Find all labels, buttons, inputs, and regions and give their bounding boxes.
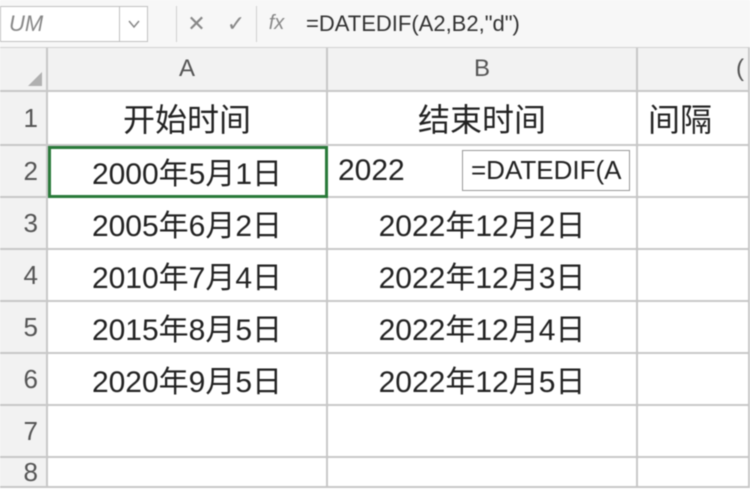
row-header-7[interactable]: 7 [0,406,48,458]
row-2: 2 2000年5月1日 2022 [0,146,750,198]
cell-B3[interactable]: 2022年12月2日 [328,198,638,250]
close-icon: ✕ [187,11,205,37]
cell-B4[interactable]: 2022年12月3日 [328,250,638,302]
name-box[interactable]: UM [0,6,120,42]
row-header-6[interactable]: 6 [0,354,48,406]
row-3: 3 2005年6月2日 2022年12月2日 [0,198,750,250]
cell-C3[interactable] [638,198,750,250]
col-header-C[interactable]: ( [638,48,750,92]
row-6: 6 2020年9月5日 2022年12月5日 [0,354,750,406]
check-icon: ✓ [227,11,245,37]
row-4: 4 2010年7月4日 2022年12月3日 [0,250,750,302]
chevron-down-icon [128,19,140,29]
row-5: 5 2015年8月5日 2022年12月4日 [0,302,750,354]
formula-input[interactable]: =DATEDIF(A2,B2,"d") [296,6,750,42]
row-8: 8 [0,458,750,488]
cell-C7[interactable] [638,406,750,458]
cell-A3[interactable]: 2005年6月2日 [48,198,328,250]
cell-C5[interactable] [638,302,750,354]
col-header-B[interactable]: B [328,48,638,92]
cell-A2[interactable]: 2000年5月1日 [48,146,328,198]
cell-B5[interactable]: 2022年12月4日 [328,302,638,354]
name-box-dropdown[interactable] [120,6,148,42]
insert-function-button[interactable]: fx [256,6,296,42]
cell-B8[interactable] [328,458,638,488]
row-header-4[interactable]: 4 [0,250,48,302]
cell-C2[interactable] [638,146,750,198]
spreadsheet-grid: A B ( 1 开始时间 结束时间 间隔 2 2000年5月1日 2022 3 … [0,48,750,488]
row-1: 1 开始时间 结束时间 间隔 [0,92,750,146]
cell-B2-value: 2022 [338,154,405,188]
cell-A1[interactable]: 开始时间 [48,92,328,146]
select-all-corner[interactable] [0,48,48,92]
cell-A8[interactable] [48,458,328,488]
column-headers: A B ( [0,48,750,92]
cell-B6[interactable]: 2022年12月5日 [328,354,638,406]
cell-B7[interactable] [328,406,638,458]
col-header-A[interactable]: A [48,48,328,92]
cancel-button[interactable]: ✕ [176,6,216,42]
formula-bar-buttons: ✕ ✓ fx [176,6,296,42]
cell-B1[interactable]: 结束时间 [328,92,638,146]
fx-icon: fx [269,12,285,35]
formula-edit-overlay[interactable]: =DATEDIF(A [462,150,630,191]
cell-A4[interactable]: 2010年7月4日 [48,250,328,302]
cell-A6[interactable]: 2020年9月5日 [48,354,328,406]
formula-bar-region: UM ✕ ✓ fx =DATEDIF(A2,B2,"d") [0,0,750,48]
row-header-3[interactable]: 3 [0,198,48,250]
cell-A5[interactable]: 2015年8月5日 [48,302,328,354]
row-header-5[interactable]: 5 [0,302,48,354]
row-header-1[interactable]: 1 [0,92,48,146]
row-header-2[interactable]: 2 [0,146,48,198]
confirm-button[interactable]: ✓ [216,6,256,42]
cell-C4[interactable] [638,250,750,302]
cell-C1[interactable]: 间隔 [638,92,750,146]
cell-C6[interactable] [638,354,750,406]
row-7: 7 [0,406,750,458]
cell-C8[interactable] [638,458,750,488]
row-header-8[interactable]: 8 [0,458,48,488]
cell-A7[interactable] [48,406,328,458]
